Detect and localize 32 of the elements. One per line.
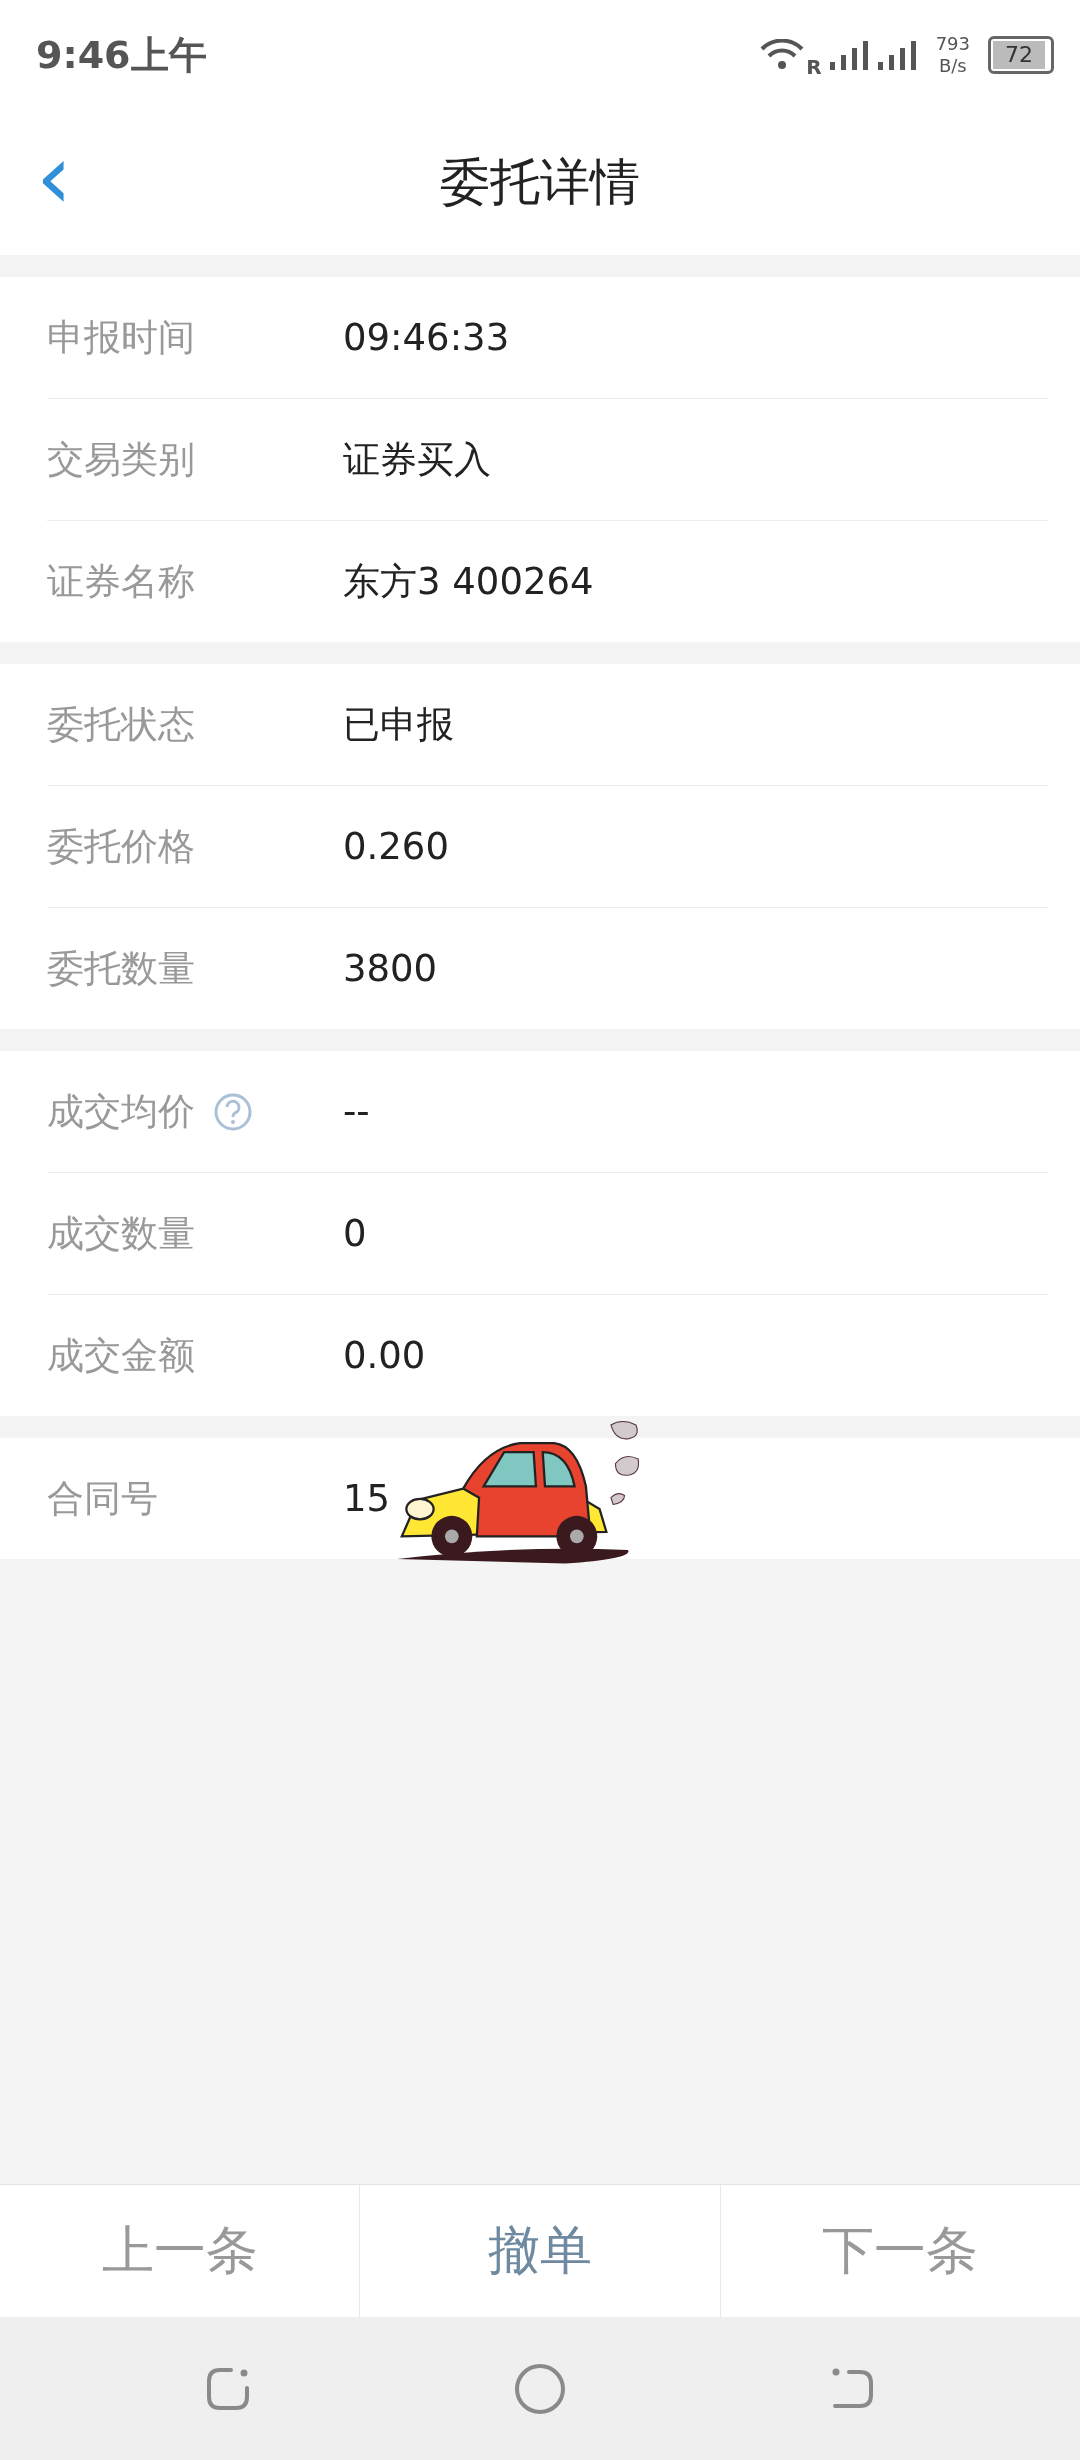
field-label: 交易类别: [47, 436, 195, 483]
battery-indicator: 72: [988, 36, 1054, 74]
speed-value: 793: [935, 33, 970, 55]
field-label: 成交金额: [47, 1332, 195, 1379]
field-value: --: [343, 1090, 370, 1133]
field-value: 已申报: [343, 701, 454, 748]
roaming-indicator: R: [806, 55, 822, 79]
field-label: 成交数量: [47, 1210, 195, 1257]
field-label: 成交均价: [47, 1088, 195, 1135]
field-label: 委托价格: [47, 823, 195, 870]
wifi-icon: [760, 39, 805, 71]
field-value: 0.260: [343, 825, 449, 868]
speed-unit: B/s: [938, 55, 967, 77]
field-value: 3800: [343, 947, 438, 990]
signal-icon: [829, 40, 870, 70]
field-label: 委托数量: [47, 945, 195, 992]
field-label: 委托状态: [47, 701, 195, 748]
field-value: 0.00: [343, 1334, 426, 1377]
field-label: 合同号: [47, 1475, 158, 1522]
help-icon[interactable]: [213, 1091, 253, 1132]
field-value: 09:46:33: [343, 316, 510, 359]
home-icon[interactable]: [513, 2361, 567, 2416]
field-value: 0: [343, 1212, 367, 1255]
field-label: 证券名称: [47, 558, 195, 605]
field-value: 15: [343, 1477, 391, 1520]
field-value: 证券买入: [343, 436, 491, 483]
field-value: 东方3 400264: [343, 558, 594, 605]
status-time: 9:46上午: [36, 31, 207, 79]
signal-icon: [877, 40, 918, 70]
field-label: 申报时间: [47, 314, 195, 361]
back-button[interactable]: ‹: [36, 132, 72, 222]
page-title: 委托详情: [440, 152, 640, 213]
